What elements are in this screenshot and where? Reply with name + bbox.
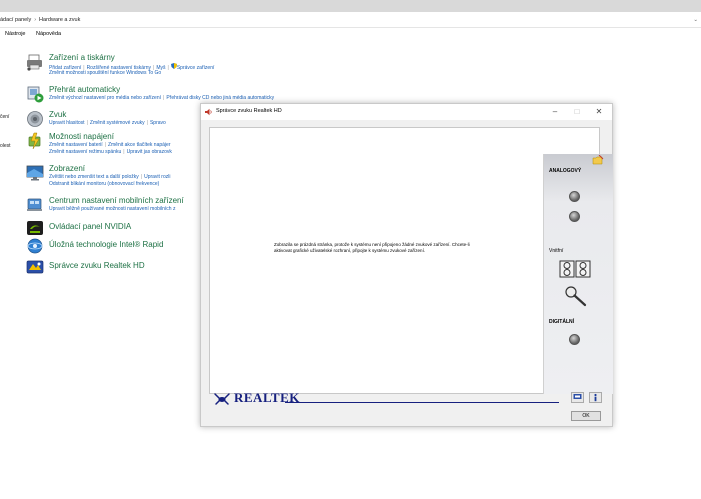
category-title-nvidia[interactable]: Ovládací panel NVIDIA	[49, 222, 131, 232]
connector-panel: ANALOGOVÝ Vnitřní DIGITÁLNÍ	[543, 154, 613, 394]
nvidia-icon[interactable]	[26, 219, 44, 237]
category-links: Zvětšit nebo zmenšit text a další položk…	[49, 174, 171, 180]
window-title-strip	[0, 0, 701, 12]
monitor-icon[interactable]	[26, 164, 44, 182]
breadcrumb[interactable]: ádací panely › Hardware a zvuk	[0, 14, 80, 27]
link-manage-audio-devices[interactable]: Spravo	[150, 120, 166, 126]
link-adjust-brightness[interactable]: Upravit jas obrazovk	[127, 149, 172, 155]
category-links: Upravit běžně používané možnosti nastave…	[49, 206, 175, 213]
link-adjust-resolution[interactable]: Upravit rozli	[144, 174, 170, 180]
speaker-icon	[205, 108, 212, 116]
device-settings-icon	[573, 394, 582, 399]
menu-tools[interactable]: Nástroje	[5, 28, 25, 40]
digital-label: DIGITÁLNÍ	[549, 319, 574, 325]
analog-label: ANALOGOVÝ	[549, 168, 582, 174]
link-power-button-actions[interactable]: Změnit akce tlačítek napájer	[108, 142, 171, 148]
microphone-icon[interactable]	[564, 285, 588, 307]
minimize-button[interactable]: –	[545, 105, 565, 118]
link-change-system-sounds[interactable]: Změnit systémové zvuky	[90, 120, 145, 126]
category-title-power-options[interactable]: Možnosti napájení	[49, 132, 114, 142]
link-sleep-settings[interactable]: Změnit nastavení režimu spánku	[49, 149, 121, 155]
mobility-center-icon[interactable]	[26, 196, 44, 214]
brand-divider	[285, 402, 559, 403]
category-title-intel-rst[interactable]: Úložná technologie Intel® Rapid	[49, 240, 163, 250]
category-links: Upravit hlasitost | Změnit systémové zvuky…	[49, 120, 166, 126]
dialog-title: Správce zvuku Realtek HD	[216, 108, 282, 114]
category-title-mobility-center[interactable]: Centrum nastavení mobilních zařízení	[49, 196, 184, 206]
link-windows-to-go[interactable]: Změnit možnosti spouštění funkce Windows…	[49, 70, 161, 76]
menu-help[interactable]: Nápověda	[36, 28, 61, 40]
maximize-button: □	[574, 107, 580, 116]
realtek-dialog: Správce zvuku Realtek HD – □ ✕ Zobrazila…	[200, 103, 613, 427]
address-dropdown-icon[interactable]: ⌄	[693, 14, 698, 27]
category-title-autoplay[interactable]: Přehrát automaticky	[49, 85, 120, 95]
digital-jack[interactable]	[569, 334, 580, 345]
link-play-cd-automatically[interactable]: Přehrávat disky CD nebo jiná média autom…	[166, 95, 274, 101]
breadcrumb-parent[interactable]: ádací panely	[0, 17, 31, 23]
category-title-display[interactable]: Zobrazení	[49, 164, 85, 174]
ok-button[interactable]: OK	[571, 411, 601, 421]
category-title-devices-printers[interactable]: Zařízení a tiskárny	[49, 53, 115, 63]
no-device-message: Zobrazila se prázdná stránka, protože k …	[274, 242, 470, 253]
breadcrumb-current[interactable]: Hardware a zvuk	[39, 17, 80, 23]
link-mobility-settings[interactable]: Upravit běžně používané možnosti nastave…	[49, 206, 175, 212]
analog-jack[interactable]	[569, 191, 580, 202]
printer-icon[interactable]	[26, 53, 44, 71]
realtek-crab-logo-icon	[214, 393, 230, 405]
nav-pane-item-partial[interactable]: olest	[0, 143, 11, 149]
category-title-realtek[interactable]: Správce zvuku Realtek HD	[49, 261, 145, 271]
category-links: Změnit nastavení režimu spánku | Upravit j…	[49, 149, 172, 155]
link-refresh-rate[interactable]: Odstranit blikání monitoru (obnovovací f…	[49, 181, 159, 187]
link-adjust-volume[interactable]: Upravit hlasitost	[49, 120, 85, 126]
internal-speakers-icon[interactable]	[559, 260, 591, 278]
autoplay-icon[interactable]	[26, 85, 44, 103]
speaker-icon[interactable]	[26, 110, 44, 128]
folder-settings-icon[interactable]	[592, 155, 604, 165]
close-button[interactable]: ✕	[589, 105, 609, 118]
category-links: Odstranit blikání monitoru (obnovovací f…	[49, 181, 159, 188]
breadcrumb-separator: ›	[34, 17, 37, 23]
link-battery-settings[interactable]: Změnit nastavení baterií	[49, 142, 103, 148]
realtek-icon[interactable]	[26, 258, 44, 276]
category-title-sound[interactable]: Zvuk	[49, 110, 66, 120]
dialog-content-area: Zobrazila se prázdná stránka, protože k …	[209, 127, 600, 394]
intel-rst-icon[interactable]	[26, 237, 44, 255]
realtek-brand: REALTEK	[234, 390, 300, 405]
category-links: Změnit výchozí nastavení pro média nebo …	[49, 95, 275, 101]
link-text-size[interactable]: Zvětšit nebo zmenšit text a další položk…	[49, 174, 139, 180]
link-device-manager[interactable]: Správce zařízení	[177, 65, 215, 71]
info-button[interactable]	[589, 392, 602, 403]
nav-pane-item-partial[interactable]: čení	[0, 114, 9, 120]
link-change-default-media[interactable]: Změnit výchozí nastavení pro média nebo …	[49, 95, 161, 101]
address-bar[interactable]: ádací panely › Hardware a zvuk ⌄	[0, 14, 701, 28]
category-links: Změnit možnosti spouštění funkce Windows…	[49, 70, 161, 77]
analog-jack[interactable]	[569, 211, 580, 222]
dialog-title-bar[interactable]: Správce zvuku Realtek HD – □ ✕	[201, 104, 612, 120]
internal-label: Vnitřní	[549, 248, 564, 254]
power-options-icon[interactable]	[26, 132, 44, 150]
settings-button[interactable]	[571, 392, 584, 403]
info-icon	[594, 393, 597, 402]
category-links: Změnit nastavení baterií | Změnit akce tla…	[49, 142, 171, 148]
